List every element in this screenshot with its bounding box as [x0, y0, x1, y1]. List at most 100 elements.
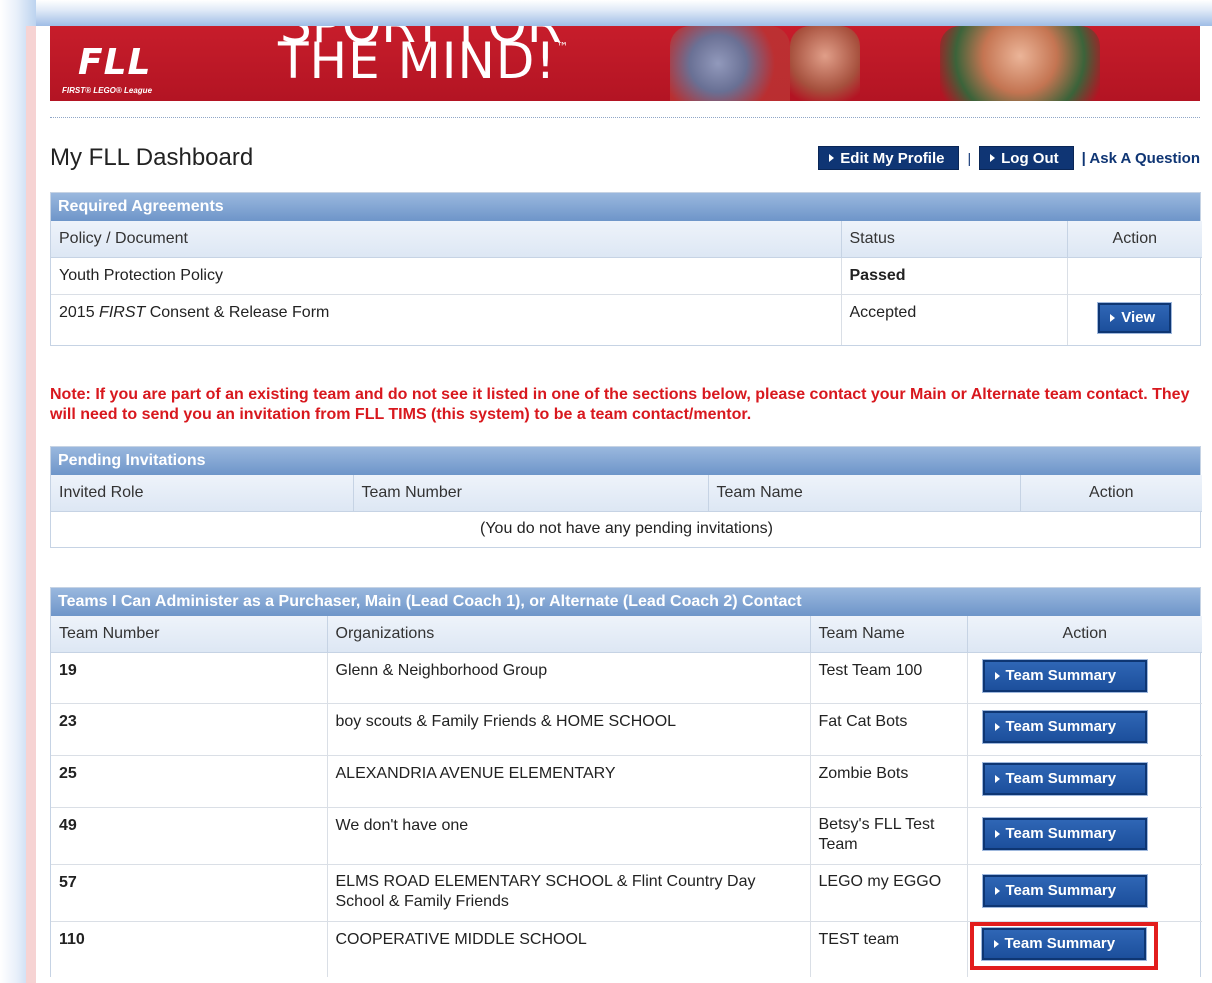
- action-cell: View: [1067, 294, 1202, 345]
- team-summary-button[interactable]: Team Summary: [981, 816, 1148, 851]
- banner-photo-kid: [790, 26, 860, 101]
- column-header: Action: [1067, 221, 1202, 258]
- play-arrow-icon: [994, 774, 1000, 783]
- action-cell: Team Summary: [967, 703, 1202, 756]
- team-summary-label: Team Summary: [1004, 935, 1116, 952]
- column-header: Team Number: [353, 475, 709, 512]
- action-cell: Team Summary: [967, 755, 1202, 808]
- organization-cell: COOPERATIVE MIDDLE SCHOOL: [327, 921, 811, 977]
- table-row: (You do not have any pending invitations…: [51, 511, 1202, 547]
- document-cell: Youth Protection Policy: [51, 257, 842, 295]
- status-cell: Passed: [841, 257, 1068, 295]
- status-cell: Accepted: [841, 294, 1068, 345]
- team-number-cell: 110: [51, 921, 328, 977]
- play-arrow-icon: [994, 722, 1000, 731]
- highlighted-button-wrap: Team Summary: [969, 921, 1158, 970]
- window-frame-top: [0, 0, 1212, 26]
- team-summary-button[interactable]: Team Summary: [981, 658, 1148, 693]
- team-summary-label: Team Summary: [1005, 667, 1117, 684]
- team-summary-label: Team Summary: [1005, 770, 1117, 787]
- edit-profile-label: Edit My Profile: [840, 149, 945, 167]
- table-row: Youth Protection Policy Passed: [51, 257, 1202, 295]
- play-arrow-icon: [990, 154, 996, 162]
- table-row: 49 We don't have one Betsy's FLL Test Te…: [51, 807, 1202, 865]
- document-cell: 2015 FIRST Consent & Release Form: [51, 294, 842, 345]
- table-row: 25 ALEXANDRIA AVENUE ELEMENTARY Zombie B…: [51, 755, 1202, 808]
- agreements-heading: Required Agreements: [51, 193, 1200, 221]
- action-cell: Team Summary: [967, 807, 1202, 865]
- play-arrow-icon: [994, 886, 1000, 895]
- table-header-row: Team Number Organizations Team Name Acti…: [51, 616, 1202, 653]
- table-row: 2015 FIRST Consent & Release Form Accept…: [51, 294, 1202, 345]
- organization-cell: boy scouts & Family Friends & HOME SCHOO…: [327, 703, 811, 756]
- team-number-cell: 49: [51, 807, 328, 865]
- column-header: Status: [841, 221, 1068, 258]
- invitations-panel: Pending Invitations Invited Role Team Nu…: [50, 446, 1202, 548]
- button-wrap: Team Summary: [980, 815, 1150, 853]
- play-arrow-icon: [994, 671, 1000, 680]
- table-row: 23 boy scouts & Family Friends & HOME SC…: [51, 703, 1202, 756]
- note-message: Note: If you are part of an existing tea…: [50, 386, 1190, 423]
- team-name-cell: TEST team: [810, 921, 968, 977]
- play-arrow-icon: [1110, 313, 1116, 322]
- document-text: Consent & Release Form: [145, 303, 330, 321]
- organization-cell: ALEXANDRIA AVENUE ELEMENTARY: [327, 755, 811, 808]
- team-summary-button[interactable]: Team Summary: [981, 709, 1148, 744]
- fll-logo[interactable]: FLL: [78, 42, 151, 83]
- logout-label: Log Out: [1001, 149, 1059, 167]
- divider: [50, 117, 1200, 118]
- team-number-cell: 57: [51, 864, 328, 922]
- team-summary-button[interactable]: Team Summary: [981, 761, 1148, 796]
- table-row: 110 COOPERATIVE MIDDLE SCHOOL TEST team …: [51, 921, 1202, 977]
- page-left-stripe: [26, 26, 36, 983]
- view-button[interactable]: View: [1097, 301, 1173, 334]
- agreements-table: Policy / Document Status Action Youth Pr…: [51, 221, 1202, 345]
- team-name-cell: LEGO my EGGO: [810, 864, 968, 922]
- button-wrap: Team Summary: [980, 760, 1150, 798]
- column-header: Action: [1020, 475, 1202, 512]
- team-number-cell: 23: [51, 703, 328, 756]
- team-summary-label: Team Summary: [1005, 825, 1117, 842]
- banner-photo-thumbs-up: [940, 26, 1100, 101]
- table-row: 19 Glenn & Neighborhood Group Test Team …: [51, 652, 1202, 704]
- teams-heading: Teams I Can Administer as a Purchaser, M…: [51, 588, 1200, 616]
- column-header: Policy / Document: [51, 221, 842, 258]
- team-summary-label: Team Summary: [1005, 882, 1117, 899]
- column-header: Team Number: [51, 616, 328, 653]
- logout-button[interactable]: Log Out: [979, 146, 1074, 170]
- page: SPORT FOR FLL FIRST® LEGO® League THE MI…: [36, 26, 1212, 983]
- banner-photo-kids: [670, 26, 790, 101]
- play-arrow-icon: [993, 939, 999, 948]
- team-summary-button[interactable]: Team Summary: [981, 873, 1148, 908]
- table-row: 57 ELMS ROAD ELEMENTARY SCHOOL & Flint C…: [51, 864, 1202, 922]
- table-header-row: Invited Role Team Number Team Name Actio…: [51, 475, 1202, 512]
- action-cell: [1067, 257, 1202, 295]
- action-cell: Team Summary: [967, 652, 1202, 704]
- document-text-italic: FIRST: [99, 303, 146, 321]
- banner-slogan-text: THE MIND!: [278, 32, 557, 90]
- document-text: 2015: [59, 303, 100, 321]
- edit-profile-button[interactable]: Edit My Profile: [818, 146, 960, 170]
- organization-cell: We don't have one: [327, 807, 811, 865]
- fll-logo-subtitle: FIRST® LEGO® League: [62, 86, 153, 95]
- action-cell: Team Summary: [967, 864, 1202, 922]
- view-label: View: [1121, 309, 1156, 326]
- table-header-row: Policy / Document Status Action: [51, 221, 1202, 258]
- team-summary-button-highlighted[interactable]: Team Summary: [980, 926, 1147, 961]
- play-arrow-icon: [994, 829, 1000, 838]
- action-cell: Team Summary: [967, 921, 1202, 977]
- team-summary-label: Team Summary: [1005, 718, 1117, 735]
- column-header: Team Name: [810, 616, 968, 653]
- team-number-cell: 25: [51, 755, 328, 808]
- header-actions: Edit My Profile | Log Out | Ask A Questi…: [818, 146, 1200, 170]
- trademark-mark: ™: [556, 40, 570, 54]
- button-wrap: Team Summary: [980, 872, 1150, 910]
- agreements-panel: Required Agreements Policy / Document St…: [50, 192, 1202, 346]
- team-name-cell: Fat Cat Bots: [810, 703, 968, 756]
- organization-cell: Glenn & Neighborhood Group: [327, 652, 811, 704]
- teams-panel: Teams I Can Administer as a Purchaser, M…: [50, 587, 1202, 977]
- ask-question-link[interactable]: | Ask A Question: [1082, 150, 1200, 167]
- teams-table: Team Number Organizations Team Name Acti…: [51, 616, 1202, 977]
- button-wrap: Team Summary: [980, 657, 1150, 695]
- button-wrap: Team Summary: [980, 708, 1150, 746]
